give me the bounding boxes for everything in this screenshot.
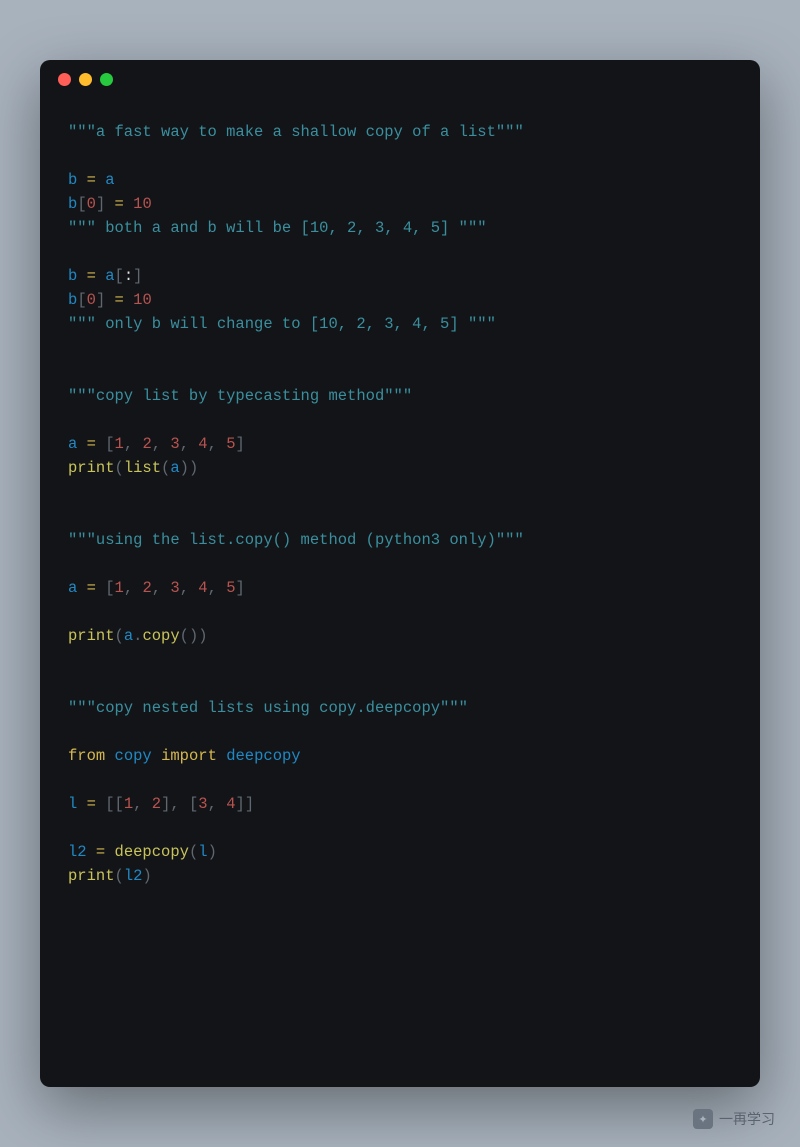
docstring: """copy list by typecasting method""" xyxy=(68,387,412,405)
docstring: """ only b will change to [10, 2, 3, 4, … xyxy=(68,315,496,333)
close-icon[interactable] xyxy=(58,73,71,86)
code-area: """a fast way to make a shallow copy of … xyxy=(40,98,760,911)
docstring: """copy nested lists using copy.deepcopy… xyxy=(68,699,468,717)
window-titlebar xyxy=(40,60,760,98)
docstring: """a fast way to make a shallow copy of … xyxy=(68,123,524,141)
docstring: """using the list.copy() method (python3… xyxy=(68,531,524,549)
watermark: ✦ 一再学习 xyxy=(693,1109,775,1129)
watermark-text: 一再学习 xyxy=(719,1109,775,1129)
code-window: """a fast way to make a shallow copy of … xyxy=(40,60,760,1087)
docstring: """ both a and b will be [10, 2, 3, 4, 5… xyxy=(68,219,487,237)
minimize-icon[interactable] xyxy=(79,73,92,86)
wechat-icon: ✦ xyxy=(693,1109,713,1129)
maximize-icon[interactable] xyxy=(100,73,113,86)
